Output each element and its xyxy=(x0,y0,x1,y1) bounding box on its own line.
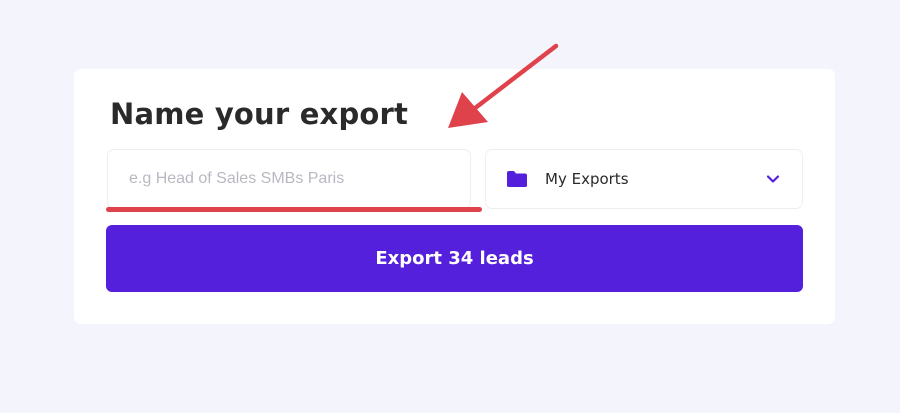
folder-select-label: My Exports xyxy=(545,170,629,188)
red-underline-annotation xyxy=(106,207,482,212)
red-arrow-annotation xyxy=(448,43,559,128)
export-name-input[interactable] xyxy=(107,149,471,209)
folder-icon xyxy=(507,171,527,187)
chevron-down-icon xyxy=(766,175,780,183)
folder-select[interactable]: My Exports xyxy=(485,149,803,209)
export-leads-button[interactable]: Export 34 leads xyxy=(106,225,803,292)
page-title: Name your export xyxy=(110,97,409,131)
